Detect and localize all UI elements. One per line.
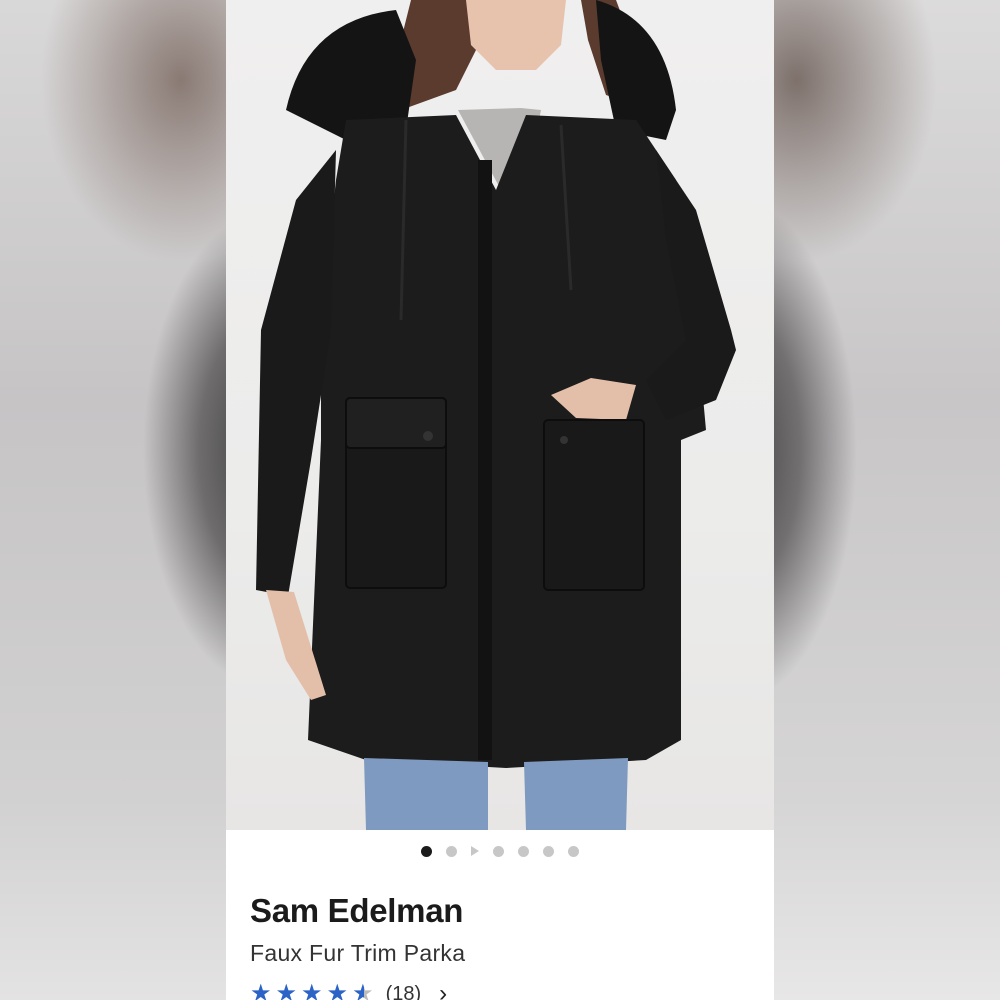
carousel-indicator[interactable] — [226, 842, 774, 860]
blurred-background-left — [0, 0, 226, 1000]
rating-row[interactable]: ★ ★ ★ ★ ★ (18) › — [250, 980, 447, 1000]
video-play-icon[interactable] — [471, 846, 479, 856]
carousel-dot-1[interactable] — [421, 845, 432, 857]
carousel-dot-6[interactable] — [543, 845, 554, 857]
carousel-dot-2[interactable] — [446, 845, 457, 857]
product-name: Faux Fur Trim Parka — [250, 940, 466, 966]
star-icon: ★ — [301, 980, 323, 1000]
product-image[interactable] — [226, 0, 774, 830]
star-icon: ★ — [250, 980, 272, 1000]
review-count[interactable]: (18) — [386, 983, 422, 1000]
parka-illustration — [256, 0, 736, 830]
blurred-background-right — [774, 0, 1000, 1000]
star-icon: ★ — [275, 980, 298, 1000]
carousel-dot-5[interactable] — [518, 845, 529, 857]
brand-name[interactable]: Sam Edelman — [250, 892, 463, 930]
chevron-right-icon[interactable]: › — [439, 980, 447, 1000]
carousel-dot-4[interactable] — [493, 845, 504, 857]
star-icon: ★ — [326, 980, 349, 1000]
carousel-dot-7[interactable] — [568, 845, 579, 857]
product-card: Sam Edelman Faux Fur Trim Parka ★ ★ ★ ★ … — [226, 0, 774, 1000]
half-star-icon: ★ — [352, 982, 374, 1000]
